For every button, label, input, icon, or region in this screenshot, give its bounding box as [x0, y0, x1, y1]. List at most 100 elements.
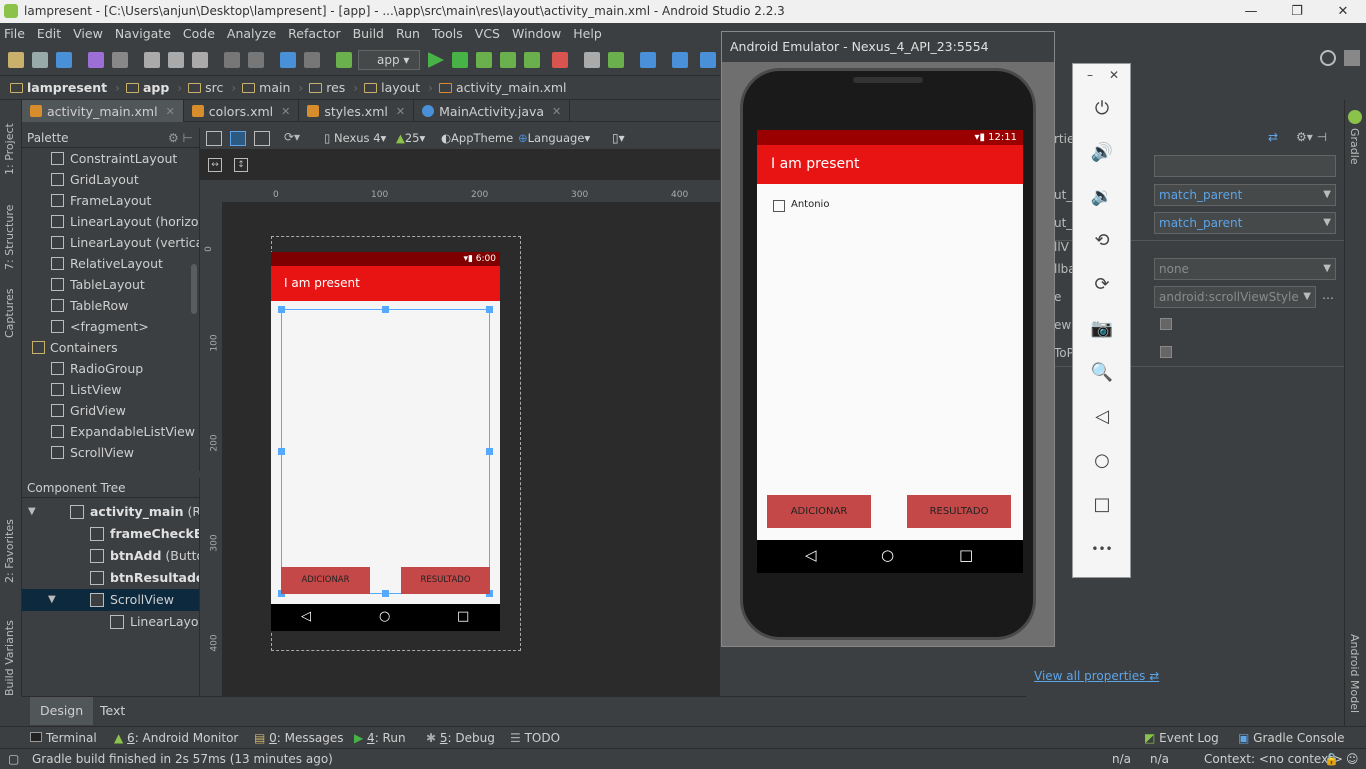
run-tool-button[interactable]: ▶ 4: Run	[354, 727, 406, 749]
close-tab-icon[interactable]: ✕	[281, 105, 290, 118]
back-icon[interactable]: ◁	[805, 546, 817, 564]
project-tool-tab[interactable]: 1: Project	[3, 123, 16, 175]
menu-window[interactable]: Window	[512, 26, 561, 41]
design-canvas[interactable]: ↔ ↕ 0 100 200 300 400 0 100 200 300 400 …	[200, 150, 720, 696]
back-nav-icon[interactable]	[280, 52, 296, 68]
menu-analyze[interactable]: Analyze	[227, 26, 276, 41]
copy-icon[interactable]	[168, 52, 184, 68]
tab-styles[interactable]: styles.xml ✕	[299, 100, 415, 122]
tree-node[interactable]: ▼ ScrollView	[22, 589, 199, 611]
device-frame-icon[interactable]: ▯▾	[612, 131, 625, 145]
messages-tool-button[interactable]: ▤ 0: Messages	[254, 727, 344, 749]
breadcrumb-res[interactable]: res	[309, 80, 345, 95]
captures-tool-tab[interactable]: Captures	[3, 289, 16, 338]
tree-node[interactable]: frameCheckBox (Fra	[22, 523, 199, 545]
tab-activity-main[interactable]: activity_main.xml ✕	[22, 100, 184, 122]
device-select[interactable]: ▯ Nexus 4▾	[324, 131, 386, 145]
view-all-properties-link[interactable]: View all properties ⇄	[1034, 669, 1159, 683]
close-tab-icon[interactable]: ✕	[552, 105, 561, 118]
todo-tool-button[interactable]: ☰ TODO	[510, 727, 560, 749]
blueprint-mode-icon[interactable]	[230, 131, 246, 146]
power-icon[interactable]: ⏻	[1089, 96, 1115, 122]
tree-node[interactable]: ▼ activity_main (RelativeLa	[22, 501, 199, 523]
find-icon[interactable]	[224, 52, 240, 68]
palette-item[interactable]: RelativeLayout	[22, 253, 199, 274]
nested-scroll-checkbox[interactable]	[1160, 346, 1172, 358]
resize-handle[interactable]	[278, 448, 285, 455]
emulator-minimize-button[interactable]: –	[1087, 68, 1093, 82]
property-layout-height-select[interactable]: match_parent ▼	[1154, 212, 1336, 234]
android-model-tool-tab[interactable]: Android Model	[1348, 634, 1361, 713]
tab-design[interactable]: Design	[30, 697, 94, 725]
lock-icon[interactable]: 🔒	[1324, 749, 1339, 769]
volume-up-icon[interactable]: 🔊	[1089, 140, 1115, 166]
breadcrumb-layout[interactable]: layout	[364, 80, 420, 95]
expand-arrow-icon[interactable]: ▼	[48, 589, 56, 611]
save-icon[interactable]	[32, 52, 48, 68]
property-id-field[interactable]	[1154, 155, 1336, 177]
breadcrumb-activity-main[interactable]: activity_main.xml	[438, 80, 567, 95]
overview-icon[interactable]: □	[1089, 492, 1115, 518]
palette-item[interactable]: RadioGroup	[22, 358, 199, 379]
menu-refactor[interactable]: Refactor	[288, 26, 340, 41]
run-icon[interactable]	[428, 52, 444, 68]
menu-vcs[interactable]: VCS	[475, 26, 500, 41]
resize-handle[interactable]	[486, 448, 493, 455]
palette-item[interactable]: <fragment>	[22, 316, 199, 337]
redo-icon[interactable]	[112, 52, 128, 68]
menu-run[interactable]: Run	[396, 26, 420, 41]
attach-debugger-icon[interactable]	[500, 52, 516, 68]
close-tab-icon[interactable]: ✕	[166, 105, 175, 118]
breadcrumb-lampresent[interactable]: lampresent	[10, 80, 107, 95]
emulator-btn-add[interactable]: ADICIONAR	[767, 495, 871, 528]
menu-help[interactable]: Help	[573, 26, 602, 41]
close-button[interactable]: ✕	[1320, 0, 1366, 23]
tree-node[interactable]: btnResultado (Butto	[22, 567, 199, 589]
menu-build[interactable]: Build	[353, 26, 384, 41]
api-select[interactable]: ▲25▾	[396, 131, 425, 145]
more-icon[interactable]: •••	[1089, 536, 1115, 562]
build-variants-tool-tab[interactable]: Build Variants	[3, 620, 16, 696]
palette-item[interactable]: TableRow	[22, 295, 199, 316]
palette-item[interactable]: TableLayout	[22, 274, 199, 295]
tree-node[interactable]: btnAdd (Button) - "A	[22, 545, 199, 567]
expand-height-icon[interactable]: ↕	[234, 158, 248, 172]
palette-item[interactable]: ScrollView	[22, 442, 199, 463]
properties-settings-icon[interactable]: ⚙▾ ⊣	[1296, 130, 1327, 144]
preview-btn-result[interactable]: RESULTADO	[401, 567, 490, 594]
property-scrollbars-select[interactable]: none ▼	[1154, 258, 1336, 280]
menu-navigate[interactable]: Navigate	[115, 26, 171, 41]
close-tab-icon[interactable]: ✕	[396, 105, 405, 118]
breadcrumb-app[interactable]: app	[125, 80, 169, 95]
emulator-btn-result[interactable]: RESULTADO	[907, 495, 1011, 528]
property-style-select[interactable]: android:scrollViewStyle ▼	[1154, 286, 1316, 308]
preview-btn-add[interactable]: ADICIONAR	[281, 567, 370, 594]
emulator-close-button[interactable]: ✕	[1109, 68, 1119, 82]
menu-tools[interactable]: Tools	[432, 26, 463, 41]
theme-select[interactable]: ◐AppTheme	[441, 131, 513, 145]
profile-icon[interactable]	[476, 52, 492, 68]
tab-colors[interactable]: colors.xml ✕	[184, 100, 300, 122]
apply-changes-icon[interactable]	[524, 52, 540, 68]
palette-item[interactable]: GridLayout	[22, 169, 199, 190]
emulator-checkbox[interactable]	[773, 200, 785, 212]
android-device-monitor-icon[interactable]	[672, 52, 688, 68]
help-icon[interactable]	[700, 52, 716, 68]
resize-handle[interactable]	[382, 306, 389, 313]
favorites-tool-tab[interactable]: 2: Favorites	[3, 519, 16, 583]
structure-tool-tab[interactable]: 7: Structure	[3, 205, 16, 270]
swap-view-icon[interactable]: ⇄	[1268, 130, 1278, 144]
orientation-icon[interactable]: ⟳▾	[284, 130, 300, 144]
forward-nav-icon[interactable]	[304, 52, 320, 68]
event-log-tool-button[interactable]: ◩ Event Log	[1144, 727, 1219, 749]
home-icon[interactable]: ○	[1089, 448, 1115, 474]
palette-item[interactable]: ConstraintLayout	[22, 148, 199, 169]
rotate-right-icon[interactable]: ⟳	[1089, 272, 1115, 298]
camera-icon[interactable]: 📷	[1089, 316, 1115, 342]
event-toolbar-icon[interactable]	[1344, 50, 1360, 66]
language-select[interactable]: ⊕Language▾	[518, 131, 590, 145]
android-monitor-tool-button[interactable]: ▲ 6: Android Monitor	[114, 727, 238, 749]
menu-edit[interactable]: Edit	[37, 26, 61, 41]
overview-icon[interactable]: □	[959, 546, 973, 564]
search-everywhere-icon[interactable]	[1320, 50, 1336, 66]
